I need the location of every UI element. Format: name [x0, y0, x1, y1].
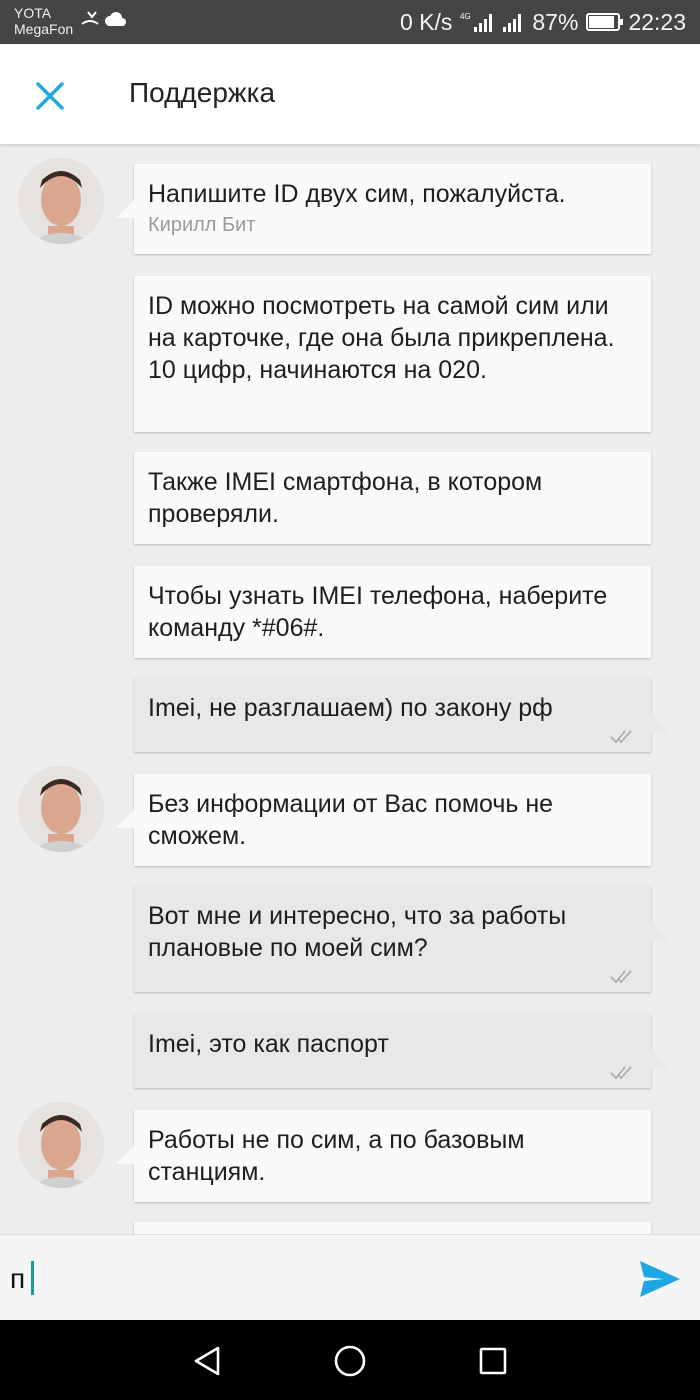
message-bubble-incoming[interactable]: Напишите ID двух сим, пожалуйста. Кирилл…	[116, 164, 651, 254]
message-input[interactable]	[10, 1257, 610, 1301]
avatar-photo-icon	[18, 158, 104, 244]
message-text: Работы не по сим, а по базовым станциям.	[148, 1126, 525, 1186]
message-bubble-partial[interactable]	[134, 1222, 651, 1234]
message-bubble-outgoing[interactable]: Imei, не разглашаем) по закону рф	[134, 678, 669, 752]
missed-call-icon	[81, 11, 99, 25]
message-bubble-incoming[interactable]: Чтобы узнать IMEI телефона, наберите ком…	[134, 566, 651, 658]
message-text: ID можно посмотреть на самой сим или на …	[148, 292, 615, 384]
message-bubble-outgoing[interactable]: Imei, это как паспорт	[134, 1014, 669, 1088]
message-author: Кирилл Бит	[148, 214, 256, 236]
back-button[interactable]	[190, 1344, 224, 1378]
avatar[interactable]	[18, 766, 104, 852]
chat-list[interactable]: Напишите ID двух сим, пожалуйста. Кирилл…	[0, 146, 700, 1234]
text-cursor	[31, 1261, 34, 1295]
send-icon	[640, 1261, 680, 1297]
avatar[interactable]	[18, 158, 104, 244]
page-title: Поддержка	[129, 77, 276, 108]
avatar[interactable]	[18, 1102, 104, 1188]
battery-fill	[589, 16, 614, 28]
net-type-label: 4G	[460, 12, 471, 21]
carrier-1: YOTA	[14, 5, 52, 21]
system-nav-bar	[0, 1320, 700, 1400]
recents-square-icon	[479, 1347, 507, 1375]
battery-percent: 87%	[532, 9, 579, 35]
message-text: Также IMEI смартфона, в котором проверял…	[148, 468, 543, 528]
message-bubble-incoming[interactable]: Работы не по сим, а по базовым станциям.	[116, 1110, 651, 1202]
notification-icons	[80, 10, 128, 35]
home-circle-icon	[334, 1345, 366, 1377]
message-bubble-incoming[interactable]: Без информации от Вас помочь не сможем.	[116, 774, 651, 866]
status-bar: YOTA MegaFon 0 K/s 4G 87% 22:23	[0, 0, 700, 44]
close-button[interactable]	[28, 74, 72, 118]
bubble-tail	[651, 714, 669, 732]
read-checkmarks-icon	[610, 730, 632, 744]
recents-button[interactable]	[476, 1344, 510, 1378]
network-speed: 0 K/s	[399, 9, 453, 35]
home-button[interactable]	[333, 1344, 367, 1378]
read-checkmarks-icon	[610, 1066, 632, 1080]
clock: 22:23	[628, 9, 686, 35]
cloud-icon	[105, 12, 126, 26]
signal-icon	[503, 14, 522, 32]
carrier-2: MegaFon	[14, 21, 74, 37]
status-right: 0 K/s 4G 87% 22:23	[400, 8, 686, 36]
message-text: Чтобы узнать IMEI телефона, наберите ком…	[148, 582, 608, 642]
message-text: Imei, это как паспорт	[148, 1030, 389, 1058]
bubble-tail	[116, 810, 134, 828]
message-text: Imei, не разглашаем) по закону рф	[148, 694, 553, 722]
close-icon	[36, 82, 64, 110]
bubble-tail	[651, 922, 669, 940]
app-header: Поддержка	[0, 44, 700, 144]
message-text: Вот мне и интересно, что за работы плано…	[148, 902, 567, 962]
read-checkmarks-icon	[610, 970, 632, 984]
message-text: Без информации от Вас помочь не сможем.	[148, 790, 554, 850]
message-text: Напишите ID двух сим, пожалуйста.	[148, 180, 566, 208]
message-bubble-incoming[interactable]: ID можно посмотреть на самой сим или на …	[134, 276, 651, 432]
bubble-tail	[116, 1146, 134, 1164]
send-button[interactable]	[638, 1259, 682, 1299]
avatar-photo-icon	[18, 1102, 104, 1188]
battery-icon	[586, 13, 624, 31]
signal-4g-icon: 4G	[460, 12, 493, 32]
bubble-tail	[116, 200, 134, 218]
bubble-tail	[651, 1050, 669, 1068]
message-bubble-incoming[interactable]: Также IMEI смартфона, в котором проверял…	[134, 452, 651, 544]
message-composer	[0, 1234, 700, 1320]
carrier-labels: YOTA MegaFon	[14, 5, 73, 37]
back-triangle-icon	[194, 1346, 220, 1376]
avatar-photo-icon	[18, 766, 104, 852]
message-bubble-outgoing[interactable]: Вот мне и интересно, что за работы плано…	[134, 886, 669, 992]
